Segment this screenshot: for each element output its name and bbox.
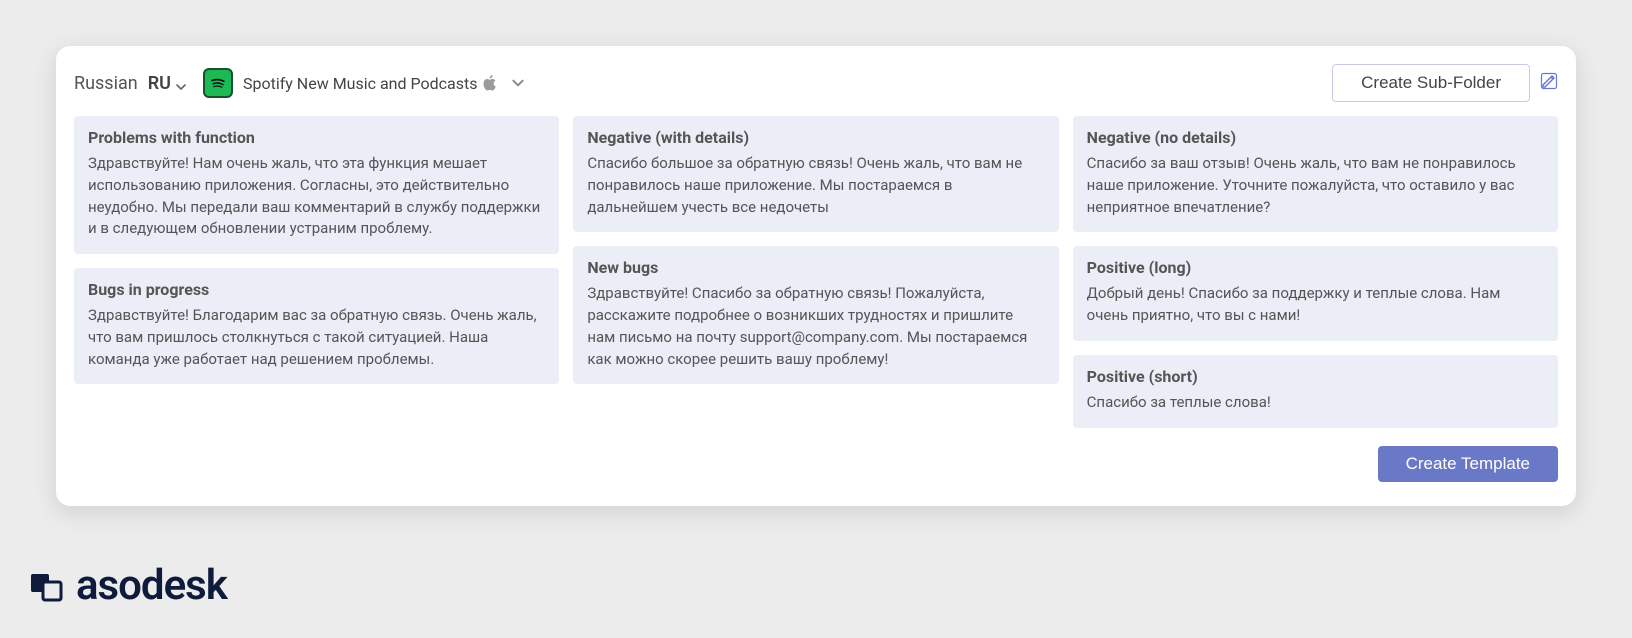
- chevron-down-icon: [511, 76, 525, 90]
- templates-grid: Problems with function Здравствуйте! Нам…: [70, 116, 1562, 428]
- language-code-dropdown[interactable]: RU: [148, 73, 187, 94]
- panel-header: Russian RU Spotify New Music and Podcast…: [70, 64, 1562, 116]
- create-template-button[interactable]: Create Template: [1378, 446, 1558, 482]
- templates-column: Negative (no details) Спасибо за ваш отз…: [1073, 116, 1558, 428]
- template-title: Positive (long): [1087, 258, 1544, 277]
- app-name-label: Spotify New Music and Podcasts: [243, 74, 478, 93]
- brand-logo: asodesk: [28, 561, 227, 610]
- create-subfolder-button[interactable]: Create Sub-Folder: [1332, 64, 1530, 102]
- template-title: New bugs: [587, 258, 1044, 277]
- template-title: Negative (no details): [1087, 128, 1544, 147]
- edit-icon[interactable]: [1540, 72, 1558, 94]
- asodesk-mark-icon: [28, 568, 64, 604]
- template-card[interactable]: Positive (long) Добрый день! Спасибо за …: [1073, 246, 1558, 341]
- templates-panel: Russian RU Spotify New Music and Podcast…: [56, 46, 1576, 506]
- brand-name: asodesk: [76, 561, 227, 610]
- template-title: Problems with function: [88, 128, 545, 147]
- template-title: Negative (with details): [587, 128, 1044, 147]
- chevron-down-icon: [175, 77, 187, 89]
- template-card[interactable]: Positive (short) Спасибо за теплые слова…: [1073, 355, 1558, 428]
- language-code-label: RU: [148, 73, 171, 94]
- template-card[interactable]: Negative (with details) Спасибо большое …: [573, 116, 1058, 232]
- template-title: Bugs in progress: [88, 280, 545, 299]
- template-body: Спасибо за ваш отзыв! Очень жаль, что ва…: [1087, 153, 1544, 218]
- template-title: Positive (short): [1087, 367, 1544, 386]
- template-card[interactable]: Negative (no details) Спасибо за ваш отз…: [1073, 116, 1558, 232]
- template-card[interactable]: New bugs Здравствуйте! Спасибо за обратн…: [573, 246, 1058, 384]
- templates-column: Negative (with details) Спасибо большое …: [573, 116, 1058, 384]
- language-name: Russian: [74, 73, 138, 94]
- apple-icon: [483, 75, 497, 91]
- template-body: Спасибо за теплые слова!: [1087, 392, 1544, 414]
- template-body: Здравствуйте! Нам очень жаль, что эта фу…: [88, 153, 545, 240]
- template-card[interactable]: Bugs in progress Здравствуйте! Благодари…: [74, 268, 559, 384]
- template-body: Здравствуйте! Спасибо за обратную связь!…: [587, 283, 1044, 370]
- app-selector[interactable]: Spotify New Music and Podcasts: [243, 74, 526, 93]
- templates-column: Problems with function Здравствуйте! Нам…: [74, 116, 559, 384]
- template-card[interactable]: Problems with function Здравствуйте! Нам…: [74, 116, 559, 254]
- spotify-app-icon: [203, 68, 233, 98]
- panel-footer: Create Template: [70, 428, 1562, 482]
- template-body: Добрый день! Спасибо за поддержку и тепл…: [1087, 283, 1544, 327]
- template-body: Спасибо большое за обратную связь! Очень…: [587, 153, 1044, 218]
- template-body: Здравствуйте! Благодарим вас за обратную…: [88, 305, 545, 370]
